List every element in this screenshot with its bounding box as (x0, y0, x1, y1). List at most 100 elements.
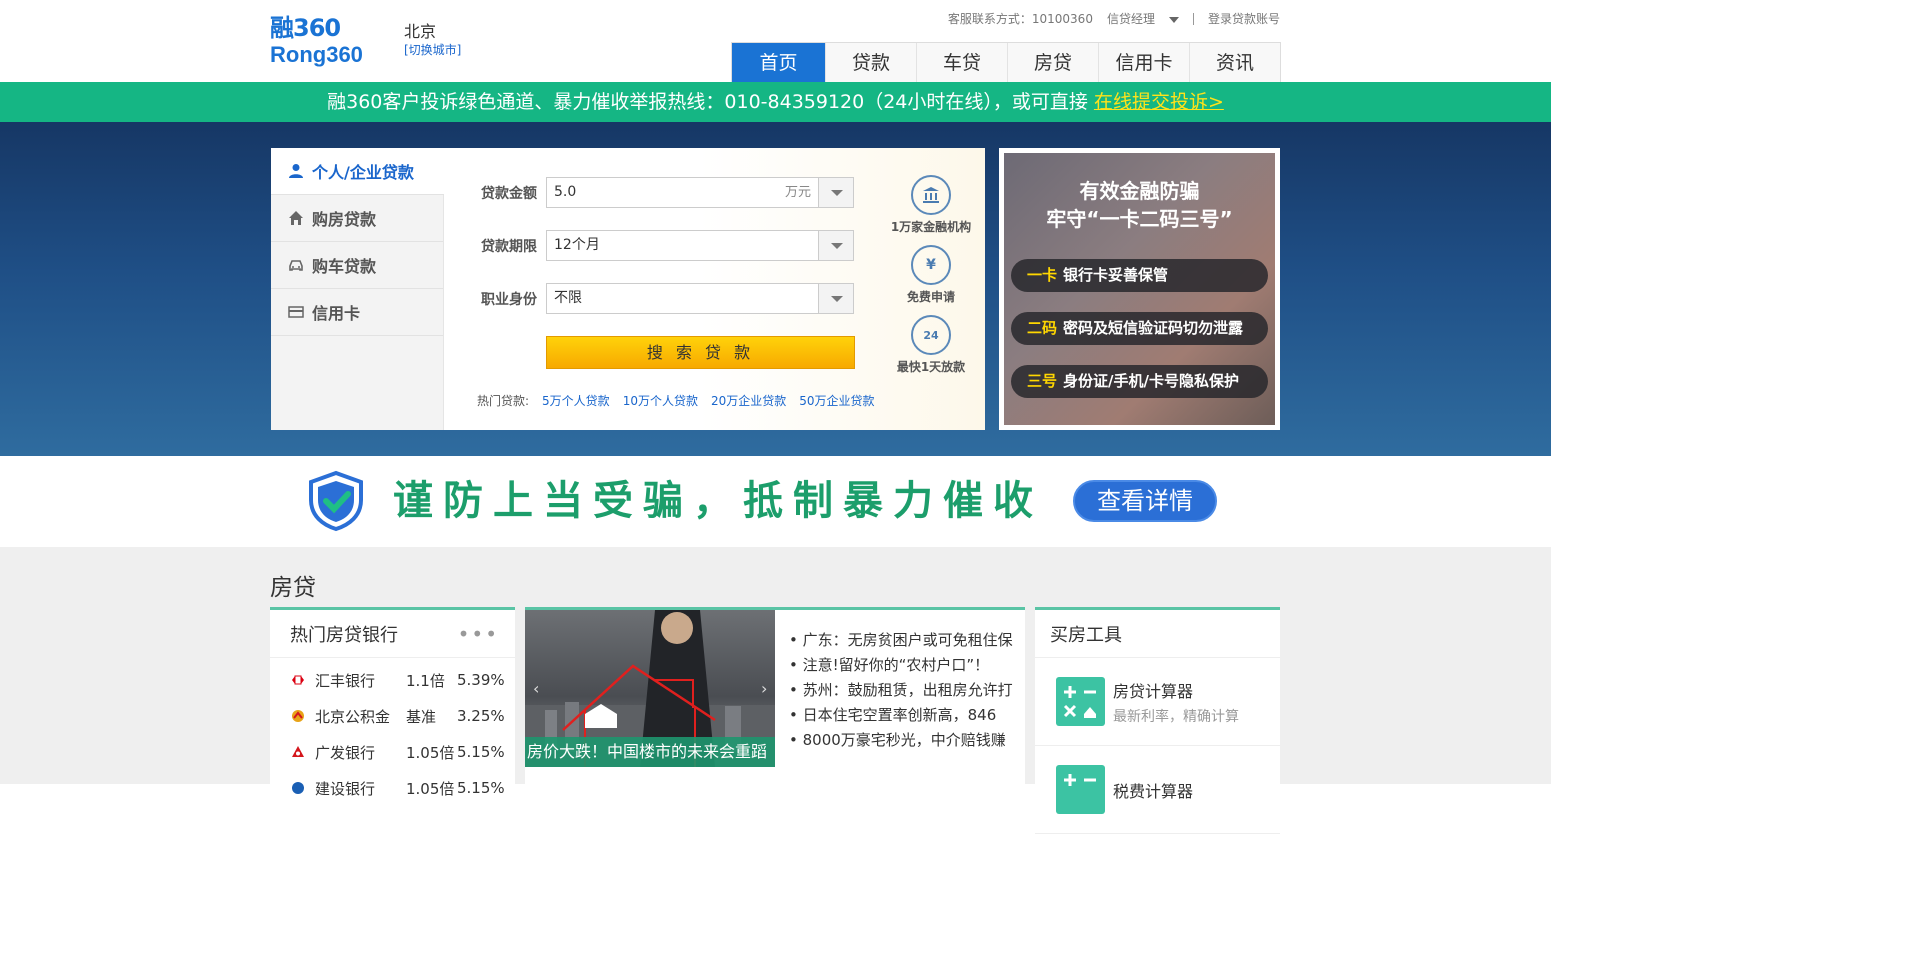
switch-city-link[interactable]: [切换城市] (404, 41, 461, 58)
panel-title: 热门房贷银行 (290, 624, 398, 646)
feature-text: 免费申请 (906, 290, 955, 304)
more-icon[interactable]: ••• (458, 622, 499, 646)
chevron-down-icon[interactable] (818, 178, 853, 207)
nav-mortgage[interactable]: 房贷 (1007, 43, 1098, 83)
chevron-down-icon[interactable] (818, 284, 853, 313)
divider (1192, 12, 1194, 25)
tool-name: 房贷计算器 (1113, 681, 1194, 701)
current-city: 北京 (404, 22, 437, 41)
tool-desc: 最新利率，精确计算 (1113, 708, 1239, 725)
tab-personal-business-loan[interactable]: 个人/企业贷款 (271, 148, 444, 195)
caret-down-icon (1168, 16, 1179, 23)
panel-header: 热门房贷银行 ••• (270, 610, 515, 658)
calculator-icon (1056, 765, 1105, 814)
tab-credit-card[interactable]: 信用卡 (271, 289, 443, 336)
promo-key: 二码 (1027, 319, 1058, 337)
promo-title: 有效金融防骗 牢守“一卡二码三号” (1004, 177, 1275, 233)
term-label: 贷款期限 (481, 238, 537, 255)
features-list: 1万家金融机构 ¥ 免费申请 24 最快1天放款 (883, 175, 979, 385)
tool-name: 税费计算器 (1113, 781, 1194, 801)
news-item[interactable]: • 苏州：鼓励租赁，出租房允许打 (789, 678, 1013, 703)
home-tools-panel: 买房工具 房贷计算器 最新利率，精确计算 税费计算器 (1035, 607, 1280, 834)
promo-row: 三号 身份证/手机/卡号隐私保护 (1011, 365, 1268, 398)
main-nav: 首页 贷款 车贷 房贷 信用卡 资讯 (731, 42, 1281, 83)
bank-row[interactable]: 广发银行 1.05倍 5.15% (270, 734, 515, 770)
feature-item: 1万家金融机构 (883, 175, 979, 234)
bank-row[interactable]: 汇丰银行 1.1倍 5.39% (270, 662, 515, 698)
hot-loan-link[interactable]: 5万个人贷款 (542, 392, 610, 409)
tab-label: 个人/企业贷款 (312, 163, 414, 182)
tab-car-loan[interactable]: 购车贷款 (271, 242, 443, 289)
nav-news[interactable]: 资讯 (1189, 43, 1280, 83)
hot-loan-link[interactable]: 10万个人贷款 (623, 392, 698, 409)
car-icon (288, 257, 304, 273)
svg-text:›: › (761, 679, 767, 698)
section-title: 房贷 (270, 575, 316, 601)
nav-loans[interactable]: 贷款 (825, 43, 916, 83)
job-value: 不限 (554, 290, 582, 306)
bank-name: 北京公积金 (315, 707, 391, 726)
chevron-down-icon[interactable] (818, 231, 853, 260)
service-phone: 客服联系方式：10100360 (947, 12, 1093, 26)
view-details-button[interactable]: 查看详情 (1073, 480, 1217, 522)
bank-multiple: 1.1倍 (406, 671, 445, 690)
site-header: 融360 Rong360 北京 [切换城市] 客服联系方式：10100360 信… (0, 0, 1551, 83)
amount-label: 贷款金额 (481, 185, 537, 202)
loan-manager-menu[interactable]: 信贷经理 (1107, 10, 1179, 27)
promo-row: 二码 密码及短信验证码切勿泄露 (1011, 312, 1268, 345)
job-label: 职业身份 (481, 291, 537, 308)
hot-loan-link[interactable]: 50万企业贷款 (799, 392, 874, 409)
promo-key: 三号 (1027, 372, 1058, 390)
promo-title-line2: 牢守“一卡二码三号” (1046, 207, 1233, 231)
mortgage-calculator[interactable]: 房贷计算器 最新利率，精确计算 (1035, 658, 1280, 746)
panel-header: 买房工具 (1035, 610, 1280, 658)
ccb-logo-icon (291, 781, 305, 795)
bank-row[interactable]: 北京公积金 基准 3.25% (270, 698, 515, 734)
anti-fraud-promo[interactable]: 有效金融防骗 牢守“一卡二码三号” 一卡 银行卡妥善保管 二码 密码及短信验证码切勿… (999, 148, 1280, 430)
tax-calculator[interactable]: 税费计算器 (1035, 746, 1280, 834)
rong360-logo[interactable]: 融360 Rong360 (270, 14, 380, 70)
logo-text-cn: 融360 (270, 14, 341, 42)
feature-item: 24 最快1天放款 (883, 315, 979, 374)
amount-unit: 万元 (784, 185, 811, 200)
bank-row[interactable]: 建设银行 1.05倍 5.15% (270, 770, 515, 806)
tab-home-loan[interactable]: 购房贷款 (271, 195, 443, 242)
panel-title: 买房工具 (1050, 624, 1122, 646)
news-list: • 广东：无房贫困户或可免租住保 • 注意!留好你的“农村户口”！ • 苏州：鼓… (789, 628, 1013, 753)
news-item[interactable]: • 广东：无房贫困户或可免租住保 (789, 628, 1013, 653)
hot-loan-link[interactable]: 20万企业贷款 (711, 392, 786, 409)
news-caption[interactable]: 房价大跌！中国楼市的未来会重蹈 (525, 737, 775, 767)
tab-label: 购车贷款 (312, 257, 377, 276)
hot-banks-panel: 热门房贷银行 ••• 汇丰银行 1.1倍 5.39% 北京公积金 基准 3.25… (270, 607, 515, 798)
bank-multiple: 1.05倍 (406, 779, 455, 798)
loan-manager-label: 信贷经理 (1106, 12, 1155, 26)
bank-rate: 5.15% (457, 779, 505, 797)
term-select[interactable]: 12个月 (546, 230, 854, 261)
bank-rate: 3.25% (457, 707, 505, 725)
feature-text: 最快1天放款 (896, 360, 966, 374)
complaint-link[interactable]: 在线提交投诉> (1094, 91, 1224, 113)
user-icon (288, 163, 304, 179)
bank-name: 广发银行 (315, 743, 376, 762)
hsbc-logo-icon (291, 673, 305, 687)
login-link[interactable]: 登录贷款账号 (1208, 10, 1280, 27)
calculator-icon (1056, 677, 1105, 726)
nav-car-loans[interactable]: 车贷 (916, 43, 1007, 83)
news-image[interactable]: ‹ › 房价大跌！中国楼市的未来会重蹈 (525, 610, 775, 767)
news-item[interactable]: • 日本住宅空置率创新高，846 (789, 703, 1013, 728)
amount-input[interactable]: 5.0 万元 (546, 177, 854, 208)
bank-rate: 5.15% (457, 743, 505, 761)
banner-text: 谨防上当受骗，抵制暴力催收 (393, 478, 1043, 524)
news-item[interactable]: • 8000万豪宅秒光，中介赔钱赚 (789, 728, 1013, 753)
nav-home[interactable]: 首页 (732, 43, 825, 83)
credit-card-icon (288, 304, 304, 320)
yuan-icon: ¥ (911, 245, 951, 285)
amount-row: 贷款金额 5.0 万元 (481, 177, 854, 208)
bank-icon (911, 175, 951, 215)
term-value: 12个月 (554, 237, 600, 253)
hot-loans-label: 热门贷款: (477, 394, 530, 408)
nav-credit-card[interactable]: 信用卡 (1098, 43, 1189, 83)
news-item[interactable]: • 注意!留好你的“农村户口”！ (789, 653, 1013, 678)
job-select[interactable]: 不限 (546, 283, 854, 314)
search-loan-button[interactable]: 搜 索 贷 款 (546, 336, 855, 369)
